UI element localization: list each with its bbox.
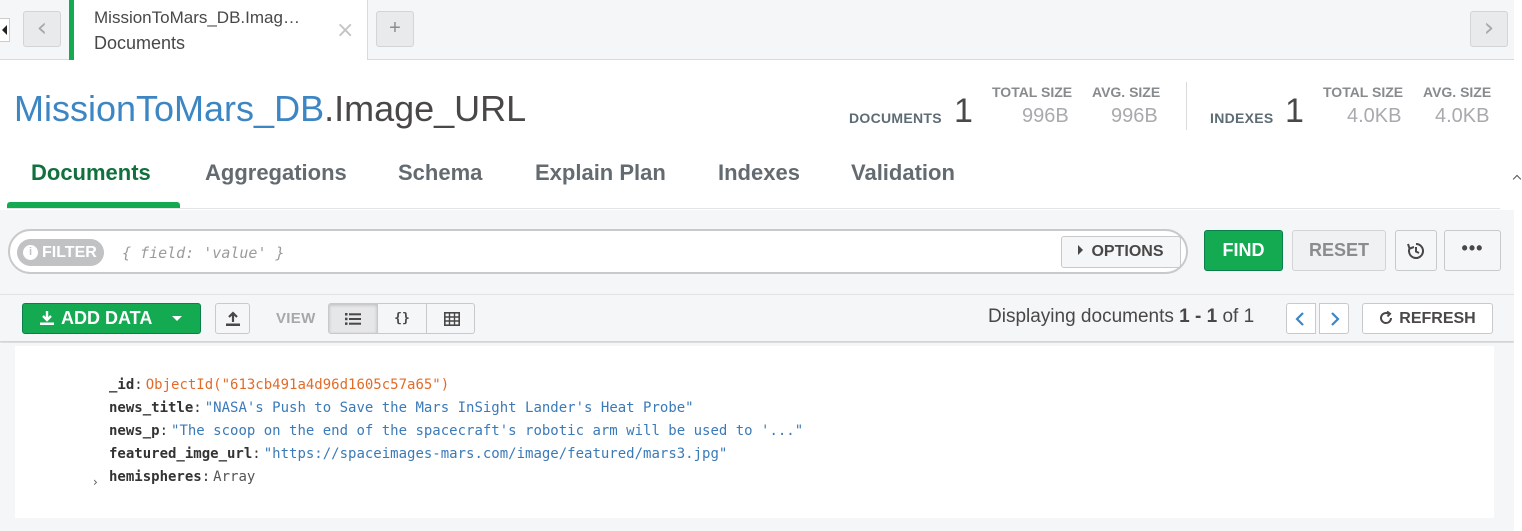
close-icon[interactable]: × (336, 18, 354, 43)
chevron-left-icon (1295, 312, 1304, 326)
tab-documents[interactable]: Documents (31, 160, 151, 186)
field-key: news_title (109, 400, 194, 416)
caret-down-icon (172, 316, 182, 321)
pagination-summary: Displaying documents 1 - 1 of 1 (988, 306, 1254, 328)
reset-button[interactable]: RESET (1292, 230, 1386, 271)
tab-indexes[interactable]: Indexes (718, 160, 800, 186)
tab-explain-plan[interactable]: Explain Plan (535, 160, 666, 186)
field-key: hemispheres (109, 469, 202, 485)
indexes-count: 1 (1285, 92, 1304, 130)
documents-label: DOCUMENTS (849, 110, 942, 126)
page-title: MissionToMars_DB.Image_URL (14, 88, 526, 130)
find-button[interactable]: FIND (1204, 230, 1283, 271)
idx-total-size: 4.0KB (1347, 105, 1402, 127)
list-view-button[interactable] (329, 304, 378, 333)
document-field-hemispheres[interactable]: hemispheres: Array (109, 469, 255, 485)
refresh-icon (1380, 310, 1393, 324)
tab-title: MissionToMars_DB.Imag… (94, 8, 300, 27)
tab-prev-button[interactable]: ‹ (23, 11, 61, 47)
scroll-left-icon[interactable] (0, 18, 10, 42)
add-data-label: ADD DATA (61, 308, 153, 328)
document-field-news-p[interactable]: news_p: "The scoop on the end of the spac… (109, 423, 803, 439)
query-bar: i FILTER OPTIONS FIND RESET ••• (0, 210, 1514, 294)
filter-input[interactable] (122, 239, 1022, 266)
doc-avg-size: 996B (1111, 105, 1158, 127)
tab-aggregations[interactable]: Aggregations (205, 160, 347, 186)
table-view-icon (443, 312, 460, 326)
tab-next-button[interactable]: › (1470, 11, 1508, 47)
indexes-label: INDEXES (1210, 110, 1274, 126)
options-label: OPTIONS (1091, 243, 1164, 260)
json-view-button[interactable]: {} (378, 304, 427, 333)
field-value: "NASA's Push to Save the Mars InSight La… (204, 400, 694, 416)
doc-total-size: 996B (1022, 105, 1069, 127)
filter-pill[interactable]: i FILTER (17, 239, 104, 266)
tab-strip: ‹ MissionToMars_DB.Imag… Documents × + › (0, 0, 1522, 61)
document-list: _id: ObjectId("613cb491a4d96d1605c57a65")… (0, 343, 1514, 531)
tab-validation[interactable]: Validation (851, 160, 955, 186)
options-button[interactable]: OPTIONS (1061, 236, 1181, 268)
view-label: VIEW (276, 310, 316, 327)
documents-count: 1 (954, 92, 973, 130)
field-value: ObjectId("613cb491a4d96d1605c57a65") (145, 377, 450, 393)
document-card[interactable]: _id: ObjectId("613cb491a4d96d1605c57a65")… (15, 346, 1494, 518)
add-data-button[interactable]: ADD DATA (22, 303, 201, 334)
doc-total-size-label: TOTAL SIZE (992, 84, 1073, 100)
field-value: "https://spaceimages-mars.com/image/feat… (263, 446, 728, 462)
field-value: Array (213, 469, 256, 485)
refresh-button[interactable]: REFRESH (1362, 303, 1493, 334)
chevron-right-icon (1331, 312, 1340, 326)
collection-tab[interactable]: MissionToMars_DB.Imag… Documents × (69, 0, 368, 61)
history-icon (1407, 243, 1424, 259)
add-tab-button[interactable]: + (376, 11, 414, 47)
pagination-suffix: of 1 (1217, 306, 1255, 327)
list-view-icon (345, 313, 361, 325)
tab-schema[interactable]: Schema (398, 160, 482, 186)
chevron-right-icon[interactable]: › (93, 475, 98, 489)
idx-avg-size-label: AVG. SIZE (1423, 84, 1492, 100)
field-key: featured_imge_url (109, 446, 253, 462)
pagination-range: 1 - 1 (1179, 306, 1218, 327)
stats-divider (1186, 82, 1187, 130)
tab-subtitle: Documents (94, 33, 186, 53)
idx-avg-size: 4.0KB (1435, 105, 1490, 127)
idx-total-size-label: TOTAL SIZE (1323, 84, 1404, 100)
download-icon (40, 311, 54, 325)
collection-name: .Image_URL (324, 88, 527, 129)
pagination-prefix: Displaying documents (988, 306, 1180, 327)
document-field-news-title[interactable]: news_title: "NASA's Push to Save the Mars… (109, 400, 694, 416)
page-next-button[interactable] (1319, 303, 1349, 334)
import-button[interactable] (215, 303, 250, 334)
header-divider (7, 208, 1500, 209)
filter-box: i FILTER OPTIONS (8, 229, 1188, 274)
collection-header: MissionToMars_DB.Image_URL DOCUMENTS 1 T… (0, 60, 1514, 210)
doc-avg-size-label: AVG. SIZE (1092, 84, 1161, 100)
page-prev-button[interactable] (1286, 303, 1316, 334)
database-name[interactable]: MissionToMars_DB (14, 88, 324, 129)
filter-pill-label: FILTER (42, 244, 97, 261)
more-options-button[interactable]: ••• (1444, 230, 1501, 271)
field-key: news_p (109, 423, 160, 439)
refresh-label: REFRESH (1399, 310, 1476, 327)
caret-right-icon (1078, 245, 1084, 255)
info-icon: i (23, 245, 38, 260)
document-field-featured-imge-url[interactable]: featured_imge_url: "https://spaceimages-m… (109, 446, 727, 462)
view-switcher: {} (328, 303, 475, 334)
table-view-button[interactable] (427, 304, 474, 333)
field-key: _id (109, 377, 135, 393)
field-value: "The scoop on the end of the spacecraft'… (171, 423, 804, 439)
upload-icon (225, 311, 240, 326)
json-view-icon: {} (394, 311, 410, 326)
window-edge (1514, 0, 1522, 531)
query-history-button[interactable] (1395, 230, 1437, 271)
document-field-id[interactable]: _id: ObjectId("613cb491a4d96d1605c57a65") (109, 377, 449, 393)
documents-toolbar: ADD DATA VIEW {} Displaying documents 1 … (0, 294, 1514, 342)
